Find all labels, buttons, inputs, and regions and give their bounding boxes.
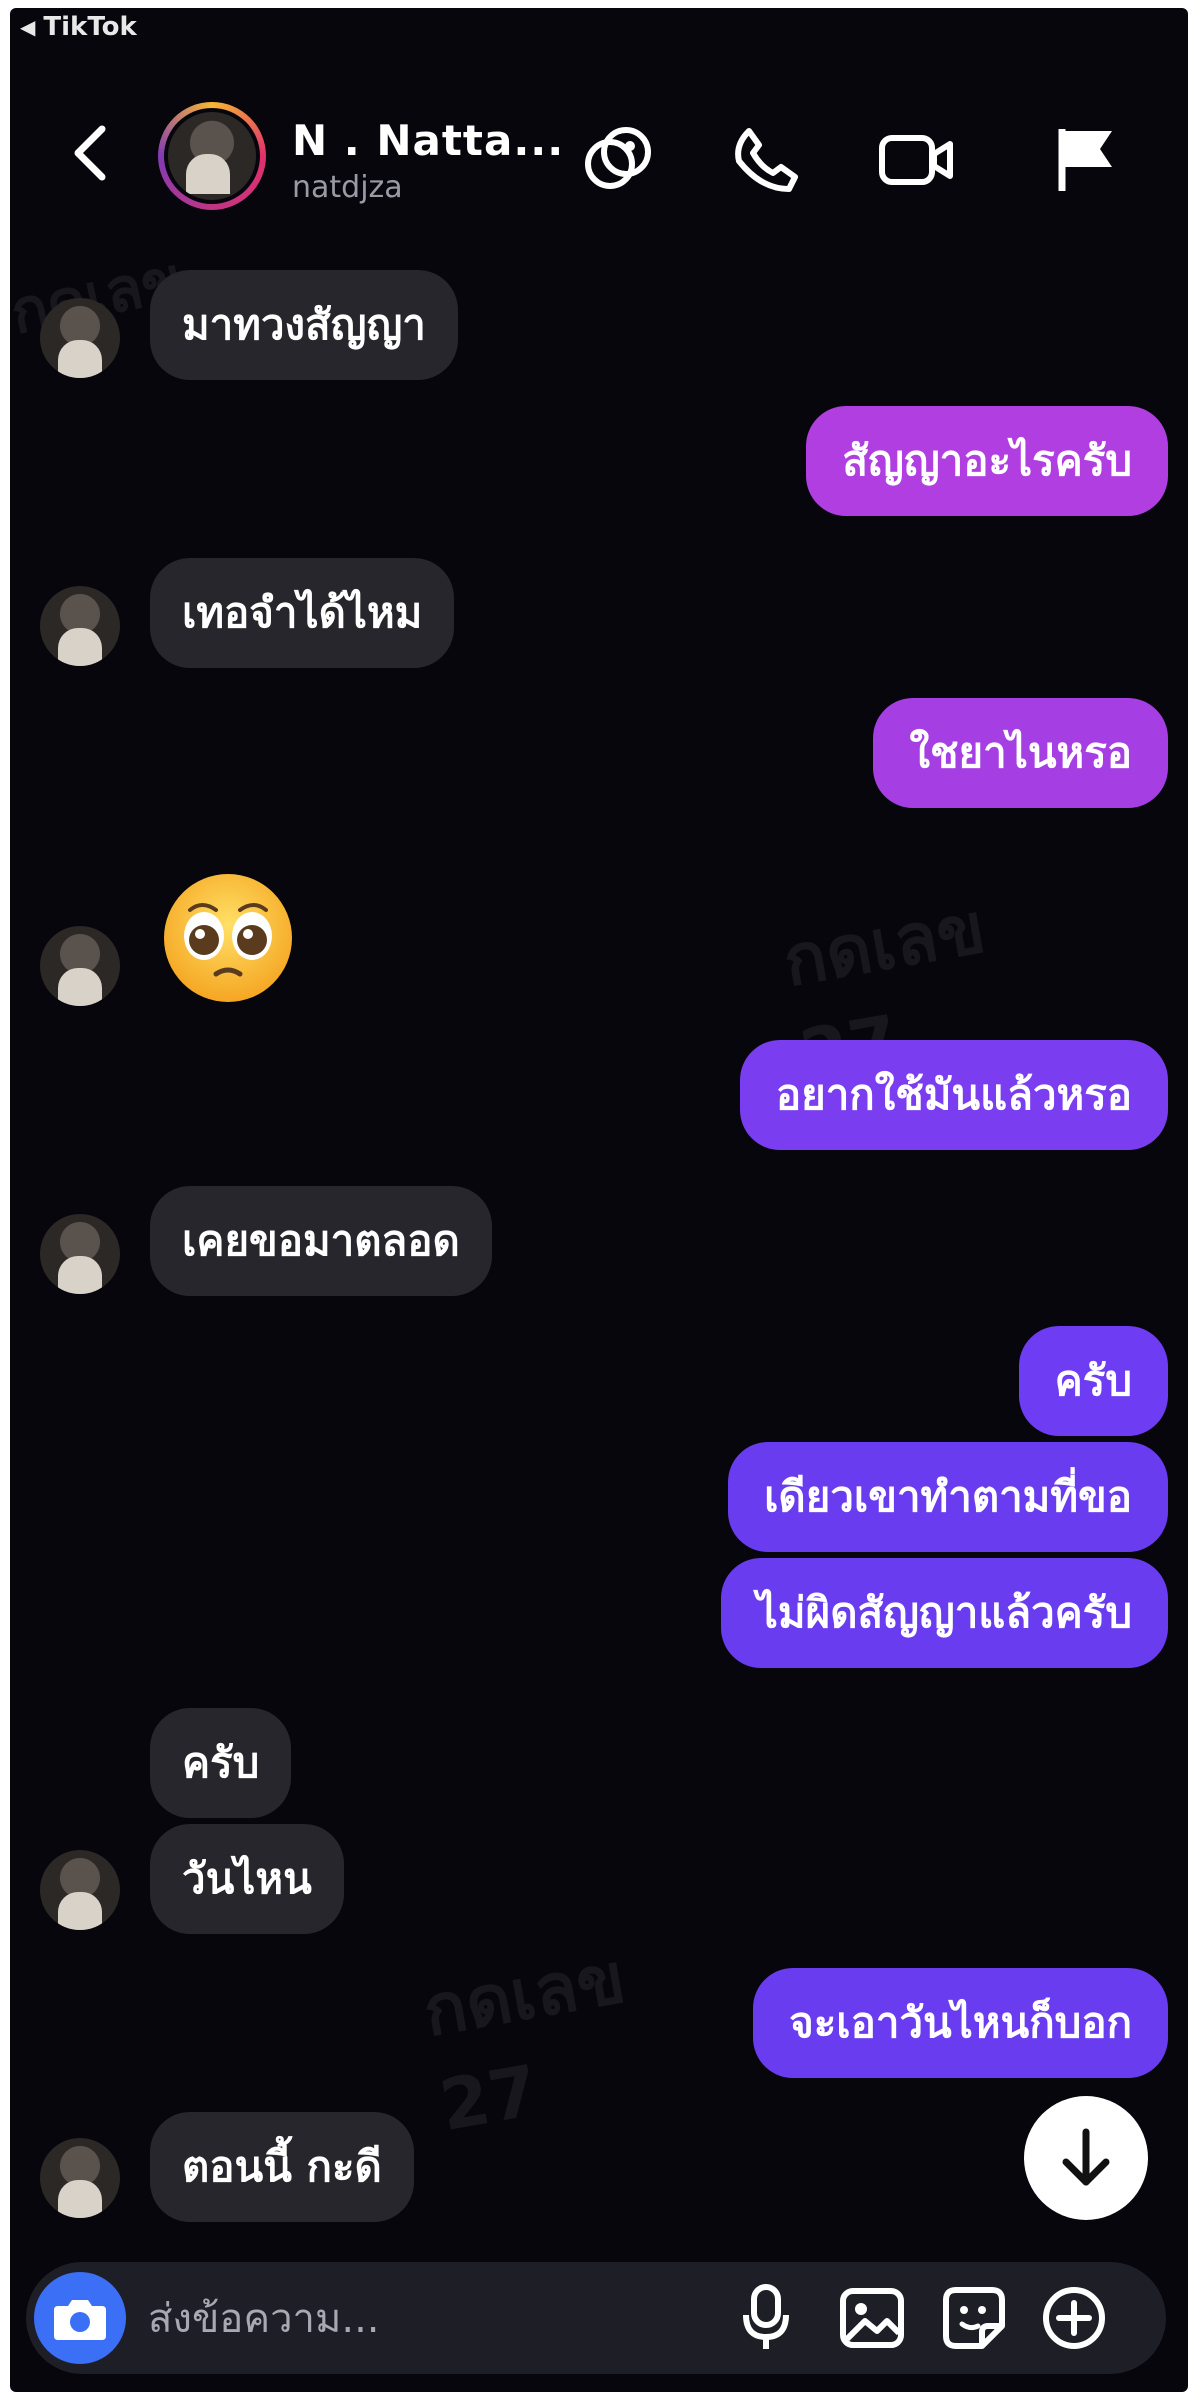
contact-avatar[interactable] xyxy=(158,102,266,210)
camera-icon xyxy=(54,2300,106,2340)
more-options-button[interactable] xyxy=(1034,2278,1114,2358)
outgoing-message[interactable]: สัญญาอะไรครับ xyxy=(806,406,1168,516)
incoming-message[interactable]: เทอจำได้ไหม xyxy=(150,558,455,668)
arrow-down-icon xyxy=(1062,2128,1110,2186)
outgoing-message[interactable]: จะเอาวันไหนก็บอก xyxy=(753,1968,1168,2078)
incoming-message[interactable]: เคยขอมาตลอด xyxy=(150,1186,492,1296)
voice-message-button[interactable] xyxy=(726,2278,806,2358)
video-camera-icon xyxy=(879,135,953,185)
scroll-to-bottom-button[interactable] xyxy=(1024,2096,1148,2220)
plus-circle-icon xyxy=(1043,2287,1105,2349)
microphone-icon xyxy=(743,2284,789,2349)
effects-button[interactable] xyxy=(578,120,658,200)
outgoing-message[interactable]: อยากใช้มันแล้วหรอ xyxy=(739,1040,1168,1150)
outgoing-message[interactable]: ใชยาไนหรอ xyxy=(873,698,1168,808)
gallery-button[interactable] xyxy=(832,2278,912,2358)
incoming-message[interactable]: ครับ xyxy=(150,1708,292,1818)
back-app-icon[interactable]: ◀ xyxy=(20,15,35,39)
message-composer xyxy=(26,2262,1166,2374)
chat-screen: กดเลข กดเลข27 กดเลข27 ◀ TikTok N . Natta… xyxy=(10,8,1188,2392)
report-button[interactable] xyxy=(1046,120,1126,200)
voice-call-button[interactable] xyxy=(726,120,806,200)
sender-avatar[interactable] xyxy=(40,1850,120,1930)
sender-avatar[interactable] xyxy=(40,2138,120,2218)
contact-username[interactable]: natdjza xyxy=(292,170,403,205)
avatar xyxy=(168,112,256,200)
sender-avatar[interactable] xyxy=(40,1214,120,1294)
chat-header: N . Natta... natdjza xyxy=(10,78,1188,228)
status-bar: ◀ TikTok xyxy=(20,12,137,42)
outgoing-message[interactable]: ไม่ผิดสัญญาแล้วครับ xyxy=(720,1558,1168,1668)
pleading-face-emoji[interactable] xyxy=(160,870,296,1006)
sender-avatar[interactable] xyxy=(40,926,120,1006)
camera-button[interactable] xyxy=(34,2272,126,2364)
incoming-message[interactable]: มาทวงสัญญา xyxy=(150,270,458,380)
phone-icon xyxy=(735,128,798,192)
video-call-button[interactable] xyxy=(876,120,956,200)
effects-icon xyxy=(585,127,651,189)
sticker-icon xyxy=(943,2287,1005,2349)
contact-name[interactable]: N . Natta... xyxy=(292,116,564,165)
sender-avatar[interactable] xyxy=(40,586,120,666)
outgoing-message[interactable]: ครับ xyxy=(1018,1326,1168,1436)
message-input[interactable] xyxy=(146,2282,710,2356)
sticker-button[interactable] xyxy=(934,2278,1014,2358)
chevron-left-icon xyxy=(74,125,106,181)
back-app-label[interactable]: TikTok xyxy=(43,12,136,42)
incoming-message[interactable]: วันไหน xyxy=(150,1824,344,1934)
sender-avatar[interactable] xyxy=(40,298,120,378)
watermark: กดเลข27 xyxy=(417,1936,632,2148)
flag-icon xyxy=(1058,129,1112,191)
back-button[interactable] xyxy=(60,118,120,188)
outgoing-message[interactable]: เดียวเขาทำตามที่ขอ xyxy=(728,1442,1168,1552)
incoming-message[interactable]: ตอนนี้ กะดี xyxy=(150,2112,414,2222)
image-icon xyxy=(840,2288,904,2348)
